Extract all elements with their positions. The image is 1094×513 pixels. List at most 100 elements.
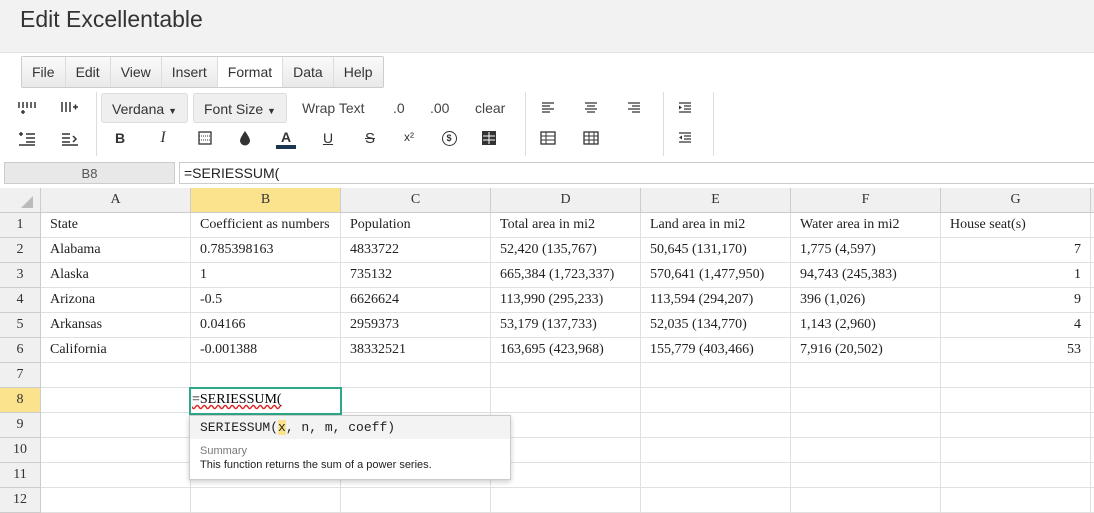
table-cell[interactable]: 53 xyxy=(941,338,1091,363)
italic-button[interactable]: I xyxy=(152,127,174,149)
table-cell[interactable]: -0.001388 xyxy=(191,338,341,363)
menu-file[interactable]: File xyxy=(22,57,66,87)
table-cell[interactable] xyxy=(791,388,941,413)
table-cell[interactable] xyxy=(791,363,941,388)
table-cell[interactable]: 0.04166 xyxy=(191,313,341,338)
table-cell[interactable]: Population xyxy=(341,213,491,238)
table-cell[interactable]: 9 xyxy=(941,288,1091,313)
table-cell[interactable]: 1,143 (2,960) xyxy=(791,313,941,338)
row-header[interactable]: 9 xyxy=(0,413,41,438)
table-cell[interactable]: 113,990 (295,233) xyxy=(491,288,641,313)
table-cell[interactable] xyxy=(491,438,641,463)
currency-button[interactable]: $ xyxy=(438,127,460,149)
table-cell[interactable] xyxy=(941,463,1091,488)
table-cell[interactable] xyxy=(641,438,791,463)
table-cell[interactable] xyxy=(491,388,641,413)
table-cell[interactable]: 1 xyxy=(191,263,341,288)
insert-column-left-icon[interactable] xyxy=(59,128,81,150)
row-header[interactable]: 3 xyxy=(0,263,41,288)
table-cell[interactable] xyxy=(641,463,791,488)
bold-button[interactable]: B xyxy=(109,127,131,149)
row-header[interactable]: 1 xyxy=(0,213,41,238)
row-header[interactable]: 4 xyxy=(0,288,41,313)
table-cell[interactable] xyxy=(941,488,1091,513)
table-cell[interactable]: Total area in mi2 xyxy=(491,213,641,238)
font-family-dropdown[interactable]: Verdana ▼ xyxy=(101,93,188,123)
column-header[interactable]: C xyxy=(341,188,491,213)
table-cell[interactable]: 113,594 (294,207) xyxy=(641,288,791,313)
fill-color-icon[interactable] xyxy=(234,127,256,149)
row-header[interactable]: 6 xyxy=(0,338,41,363)
table-cell[interactable]: Alabama xyxy=(41,238,191,263)
table-cell[interactable]: Land area in mi2 xyxy=(641,213,791,238)
table-cell[interactable]: 4 xyxy=(941,313,1091,338)
row-header[interactable]: 7 xyxy=(0,363,41,388)
function-signature[interactable]: SERIESSUM(x, n, m, coeff) xyxy=(190,416,510,439)
align-center-icon[interactable] xyxy=(580,97,602,119)
table-cell[interactable] xyxy=(491,413,641,438)
menu-format[interactable]: Format xyxy=(217,57,284,87)
column-header[interactable]: B xyxy=(191,188,341,213)
table-cell[interactable] xyxy=(941,388,1091,413)
column-header[interactable]: A xyxy=(41,188,191,213)
table-cell[interactable] xyxy=(341,388,491,413)
menu-insert[interactable]: Insert xyxy=(161,57,218,87)
insert-row-above-icon[interactable] xyxy=(16,97,38,119)
row-header[interactable]: 11 xyxy=(0,463,41,488)
row-header[interactable]: 5 xyxy=(0,313,41,338)
insert-column-right-icon[interactable] xyxy=(59,97,81,119)
table-cell[interactable]: 665,384 (1,723,337) xyxy=(491,263,641,288)
column-header[interactable]: G xyxy=(941,188,1091,213)
table-cell[interactable]: Alaska xyxy=(41,263,191,288)
table-cell[interactable]: 7 xyxy=(941,238,1091,263)
table-cell[interactable] xyxy=(791,488,941,513)
table-cell[interactable] xyxy=(41,438,191,463)
row-header[interactable]: 8 xyxy=(0,388,41,413)
menu-view[interactable]: View xyxy=(110,57,162,87)
font-size-dropdown[interactable]: Font Size ▼ xyxy=(193,93,287,123)
table-cell[interactable]: 155,779 (403,466) xyxy=(641,338,791,363)
column-header[interactable]: E xyxy=(641,188,791,213)
function-autocomplete-popup[interactable]: SERIESSUM(x, n, m, coeff) Summary This f… xyxy=(189,415,511,480)
table-cell[interactable]: 2959373 xyxy=(341,313,491,338)
table-cell[interactable]: Water area in mi2 xyxy=(791,213,941,238)
table-cell[interactable]: 94,743 (245,383) xyxy=(791,263,941,288)
align-right-icon[interactable] xyxy=(623,97,645,119)
grid-icon[interactable] xyxy=(580,127,602,149)
table-cell[interactable] xyxy=(41,388,191,413)
table-icon[interactable] xyxy=(537,127,559,149)
table-cell[interactable]: 50,645 (131,170) xyxy=(641,238,791,263)
table-cell[interactable]: 396 (1,026) xyxy=(791,288,941,313)
table-cell[interactable]: 1,775 (4,597) xyxy=(791,238,941,263)
decrease-decimal-button[interactable]: .0 xyxy=(393,93,405,123)
clear-button[interactable]: clear xyxy=(475,93,505,123)
table-cell[interactable]: 0.785398163 xyxy=(191,238,341,263)
table-cell[interactable] xyxy=(491,463,641,488)
table-cell[interactable] xyxy=(341,363,491,388)
table-cell[interactable] xyxy=(491,488,641,513)
underline-button[interactable]: U xyxy=(317,127,339,149)
row-header[interactable]: 10 xyxy=(0,438,41,463)
cell-reference-box[interactable]: B8 xyxy=(4,162,175,184)
table-cell[interactable] xyxy=(941,363,1091,388)
table-cell[interactable] xyxy=(791,463,941,488)
table-cell[interactable]: State xyxy=(41,213,191,238)
table-cell[interactable]: California xyxy=(41,338,191,363)
table-cell[interactable]: 570,641 (1,477,950) xyxy=(641,263,791,288)
table-cell[interactable] xyxy=(791,413,941,438)
table-cell[interactable] xyxy=(191,363,341,388)
table-cell[interactable] xyxy=(41,363,191,388)
select-all-corner[interactable] xyxy=(0,188,41,213)
menu-edit[interactable]: Edit xyxy=(65,57,111,87)
table-cell[interactable] xyxy=(641,413,791,438)
menu-help[interactable]: Help xyxy=(333,57,383,87)
table-cell[interactable]: 163,695 (423,968) xyxy=(491,338,641,363)
table-cell[interactable]: Coefficient as numbers xyxy=(191,213,341,238)
wrap-text-button[interactable]: Wrap Text xyxy=(302,93,365,123)
row-header[interactable]: 2 xyxy=(0,238,41,263)
table-cell[interactable]: House seat(s) xyxy=(941,213,1091,238)
row-header[interactable]: 12 xyxy=(0,488,41,513)
cell-editor[interactable]: =SERIESSUM( xyxy=(189,387,342,415)
merge-cells-icon[interactable] xyxy=(478,127,500,149)
table-cell[interactable]: -0.5 xyxy=(191,288,341,313)
